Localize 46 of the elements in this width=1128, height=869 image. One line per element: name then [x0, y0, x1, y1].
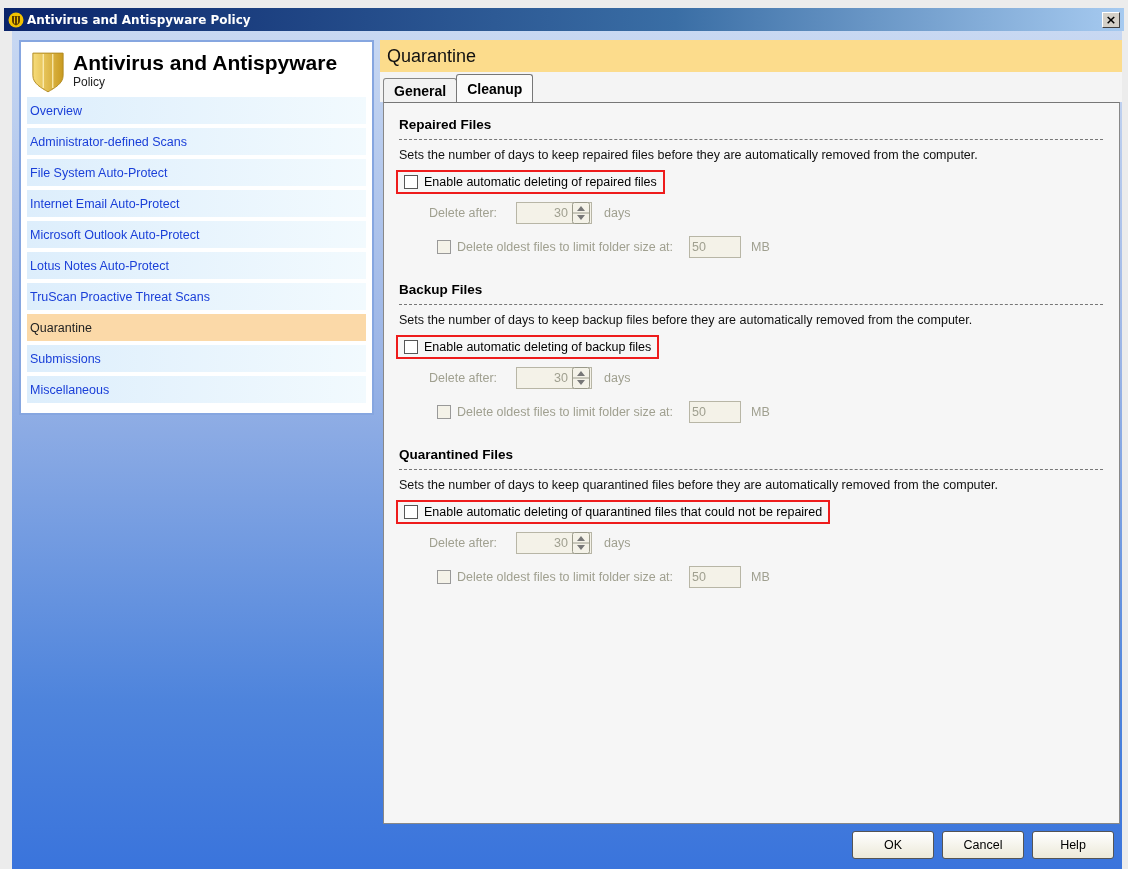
field-label: Delete after: [429, 206, 499, 220]
field-label: Delete after: [429, 371, 499, 385]
sidebar-subtitle: Policy [73, 75, 106, 89]
section-description: Sets the number of days to keep quarantined files before they are automatically removed from the computer. [399, 478, 999, 492]
unit-label: MB [751, 240, 770, 254]
panel-title: Quarantine [387, 45, 477, 67]
unit-label: days [604, 206, 631, 220]
checkbox[interactable] [404, 175, 418, 189]
checkbox-label: Delete oldest files to limit folder size at: [457, 240, 674, 254]
sidebar-item[interactable]: Internet Email Auto-Protect [27, 190, 366, 217]
sidebar-item[interactable]: Quarantine [27, 314, 366, 341]
checkbox-label: Enable automatic deleting of backup files [424, 340, 652, 354]
checkbox[interactable] [404, 505, 418, 519]
section-description: Sets the number of days to keep backup files before they are automatically removed from the computer. [399, 313, 974, 327]
dialog-button[interactable]: Cancel [942, 831, 1024, 859]
close-button[interactable]: × [1102, 11, 1120, 28]
section-description: Sets the number of days to keep repaired files before they are automatically removed from the computer. [399, 148, 979, 162]
tab[interactable]: General [383, 78, 458, 102]
checkbox-label: Delete oldest files to limit folder size at: [457, 570, 674, 584]
sidebar-item[interactable]: TruScan Proactive Threat Scans [27, 283, 366, 310]
sidebar-item[interactable]: Miscellaneous [27, 376, 366, 403]
shield-icon [31, 51, 65, 93]
dialog-button[interactable]: OK [852, 831, 934, 859]
unit-label: days [604, 536, 631, 550]
field-label: Delete after: [429, 536, 499, 550]
checkbox-label: Delete oldest files to limit folder size at: [457, 405, 674, 419]
section-heading: Backup Files [399, 281, 484, 297]
sidebar-item[interactable]: Administrator-defined Scans [27, 128, 366, 155]
dialog-button[interactable]: Help [1032, 831, 1114, 859]
sidebar-item[interactable]: Overview [27, 97, 366, 124]
window-title: Antivirus and Antispyware Policy [27, 12, 252, 27]
unit-label: MB [751, 405, 770, 419]
checkbox-label: Enable automatic deleting of quarantined files that could not be repaired [424, 505, 823, 519]
shield-icon [8, 11, 24, 28]
unit-label: days [604, 371, 631, 385]
sidebar-item[interactable]: Submissions [27, 345, 366, 372]
checkbox[interactable] [404, 340, 418, 354]
section-heading: Quarantined Files [399, 446, 515, 462]
sidebar-item[interactable]: Microsoft Outlook Auto-Protect [27, 221, 366, 248]
sidebar-item[interactable]: Lotus Notes Auto-Protect [27, 252, 366, 279]
checkbox-label: Enable automatic deleting of repaired files [424, 175, 657, 189]
tab[interactable]: Cleanup [456, 74, 534, 102]
unit-label: MB [751, 570, 770, 584]
sidebar-item[interactable]: File System Auto-Protect [27, 159, 366, 186]
sidebar-title: Antivirus and Antispyware [73, 51, 338, 75]
section-heading: Repaired Files [399, 116, 493, 132]
